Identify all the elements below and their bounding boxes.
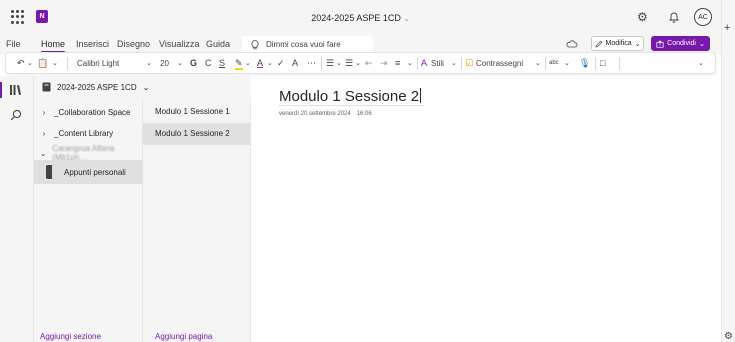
paste-dropdown-icon[interactable]: ⌄ (52, 57, 58, 70)
decrease-indent-icon[interactable]: ⇤ (365, 57, 373, 70)
chevron-down-icon: ⌄ (39, 148, 47, 158)
title-underline (279, 105, 424, 106)
notebooks-icon[interactable] (9, 84, 22, 98)
font-size-select[interactable]: 20 ⌄ (156, 57, 187, 70)
dictate-microphone-icon[interactable]: 🎙 (579, 57, 590, 70)
spelling-dropdown-icon[interactable]: ⌄ (564, 57, 570, 70)
chevron-down-icon: ⌄ (146, 60, 152, 67)
sections-pane: › _Collaboration Space › _Content Librar… (34, 98, 143, 342)
bullets-dropdown-icon[interactable]: ⌄ (336, 57, 342, 70)
styles-pen-icon[interactable]: A (292, 57, 298, 70)
font-name-select[interactable]: Calibri Light ⌄ (72, 57, 156, 70)
menu-home[interactable]: Home (41, 39, 66, 53)
menu-visualizza[interactable]: Visualizza (159, 39, 199, 49)
text-cursor (420, 88, 422, 103)
home-ribbon: ↶ ⌄ 📋 ⌄ Calibri Light ⌄ 20 ⌄ G C S ✎ ⌄ A ⌄… (5, 52, 716, 74)
chevron-right-icon: › (42, 107, 46, 117)
ribbon-divider (417, 57, 418, 70)
page-date: venerdì 20 settembre 2024 (279, 111, 351, 117)
tell-me-placeholder: Dimmi cosa vuoi fare (266, 40, 341, 49)
menu-guida[interactable]: Guida (206, 39, 230, 49)
paste-clipboard-icon[interactable]: 📋 (37, 57, 48, 70)
notebook-switcher[interactable]: 2024-2025 ASPE 1CD ⌄ (34, 76, 251, 98)
page-canvas[interactable]: Modulo 1 Sessione 2 venerdì 20 settembre… (252, 76, 721, 342)
section-group-collaboration[interactable]: › _Collaboration Space (34, 101, 143, 123)
user-avatar[interactable]: AC (694, 8, 712, 26)
align-dropdown-icon[interactable]: ⌄ (407, 57, 413, 70)
chevron-down-icon: ⌄ (177, 60, 183, 67)
font-color-dropdown-icon[interactable]: ⌄ (267, 57, 273, 70)
ribbon-divider (619, 57, 620, 70)
lightbulb-icon (251, 39, 259, 49)
page-time: 16:06 (356, 111, 372, 117)
ribbon-expand-icon[interactable]: ⌄ (698, 57, 704, 70)
highlight-dropdown-icon[interactable]: ⌄ (245, 57, 251, 70)
section-personal-notes[interactable]: Appunti personali (34, 160, 143, 184)
add-section-button[interactable]: Aggiungi sezione (34, 332, 101, 341)
bold-button[interactable]: G (190, 57, 197, 70)
underline-button[interactable]: S (219, 57, 225, 70)
tag-checkbox-icon[interactable]: ☑ (465, 57, 473, 70)
ribbon-divider (461, 57, 462, 70)
numbered-list-icon[interactable]: ☰ (345, 57, 353, 70)
ribbon-divider (321, 57, 322, 70)
settings-gear-icon[interactable]: ⚙ (637, 11, 649, 23)
page-timestamp: venerdì 20 settembre 2024 16:06 (279, 111, 378, 117)
numbering-dropdown-icon[interactable]: ⌄ (355, 57, 361, 70)
pages-pane: Modulo 1 Sessione 1 Modulo 1 Sessione 2 … (143, 98, 251, 342)
italic-button[interactable]: C (205, 57, 212, 70)
more-options-icon[interactable]: ⋯ (307, 57, 316, 70)
rail-active-indicator (0, 82, 2, 98)
add-page-button[interactable]: Aggiungi pagina (155, 332, 212, 341)
title-bar: N 2024-2025 ASPE 1CD ⌄ ⚙ AC (0, 0, 721, 36)
chevron-down-icon: ⌄ (698, 40, 705, 48)
chevron-down-icon: ⌄ (403, 16, 410, 23)
notebook-icon (42, 82, 51, 92)
spelling-icon[interactable]: abc (549, 57, 559, 70)
menu-inserisci[interactable]: Inserisci (76, 39, 109, 49)
sync-status-icon[interactable] (566, 40, 578, 50)
undo-dropdown-icon[interactable]: ⌄ (27, 57, 33, 70)
chevron-down-icon: ⌄ (634, 40, 641, 48)
chevron-right-icon: › (42, 128, 46, 138)
ribbon-divider (67, 57, 68, 70)
page-item[interactable]: Modulo 1 Sessione 1 (143, 101, 251, 123)
align-icon[interactable]: ≡ (395, 57, 400, 70)
navigation-rail (0, 76, 34, 342)
tell-me-search[interactable]: Dimmi cosa vuoi fare (242, 36, 373, 53)
styles-button[interactable]: Stili (431, 57, 444, 70)
document-title[interactable]: 2024-2025 ASPE 1CD ⌄ (0, 13, 721, 23)
notebook-name: 2024-2025 ASPE 1CD (57, 82, 137, 92)
ribbon-divider (595, 57, 596, 70)
tags-dropdown-icon[interactable]: ⌄ (535, 57, 541, 70)
notifications-bell-icon[interactable] (668, 11, 680, 23)
font-color-icon[interactable]: A (257, 57, 263, 70)
styles-dropdown-icon[interactable]: ⌄ (451, 57, 457, 70)
highlight-pen-icon[interactable]: ✎ (235, 57, 243, 70)
bullet-list-icon[interactable]: ☰ (326, 57, 334, 70)
sticky-note-icon[interactable]: □ (600, 57, 605, 70)
right-side-strip: + ⚙ (721, 0, 735, 342)
search-icon[interactable] (10, 109, 22, 123)
eraser-format-icon[interactable]: ✓ (277, 57, 285, 70)
increase-indent-icon[interactable]: ⇥ (380, 57, 388, 70)
tags-button[interactable]: Contrassegni (476, 57, 523, 70)
section-group-content-library[interactable]: › _Content Library (34, 122, 143, 144)
menu-file[interactable]: File (6, 39, 21, 49)
undo-icon[interactable]: ↶ (17, 57, 25, 70)
plus-icon[interactable]: + (724, 22, 730, 34)
page-item-selected[interactable]: Modulo 1 Sessione 2 (143, 123, 251, 145)
section-color-tab (46, 165, 52, 179)
share-button[interactable]: Condividi ⌄ (651, 36, 710, 51)
settings-gear-icon[interactable]: ⚙ (724, 331, 733, 342)
share-icon (656, 39, 664, 48)
menu-disegno[interactable]: Disegno (117, 39, 150, 49)
edit-mode-button[interactable]: Modifica ⌄ (591, 36, 644, 51)
page-title[interactable]: Modulo 1 Sessione 2 (279, 88, 422, 105)
ribbon-divider (545, 57, 546, 70)
styles-icon[interactable]: A (421, 57, 427, 70)
pencil-icon (595, 40, 602, 47)
chevron-down-icon: ⌄ (142, 82, 150, 92)
